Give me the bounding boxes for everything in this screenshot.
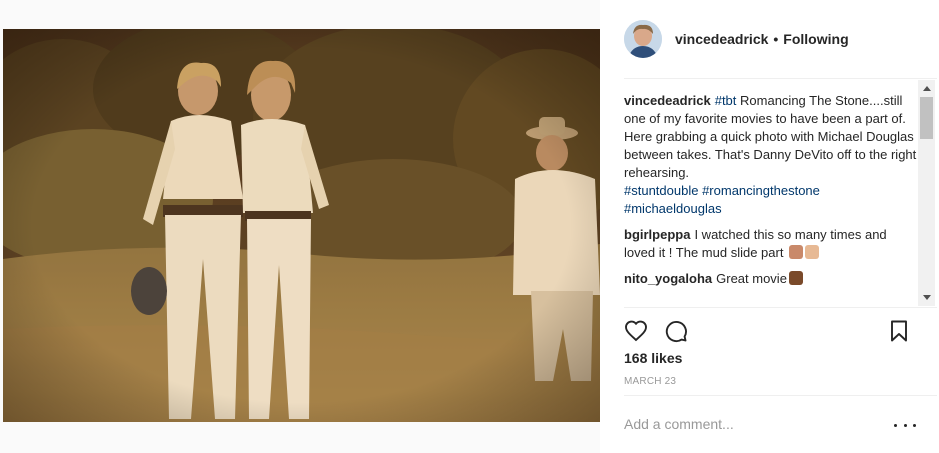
comment-button[interactable] xyxy=(662,317,690,345)
comment-username[interactable]: nito_yogaloha xyxy=(624,271,712,286)
comment-icon xyxy=(665,321,687,343)
post-caption: vincedeadrick #tbt Romancing The Stone...… xyxy=(624,80,918,218)
post-header: vincedeadrick • Following xyxy=(600,0,939,78)
post-actions xyxy=(622,317,916,345)
flexed-biceps-icon xyxy=(788,271,803,285)
post-date[interactable]: MARCH 23 xyxy=(624,376,676,387)
photo-area xyxy=(0,0,600,453)
save-button[interactable] xyxy=(885,317,913,345)
post-photo[interactable] xyxy=(3,29,600,422)
bookmark-icon xyxy=(891,320,907,342)
hashtag-link[interactable]: #stuntdouble xyxy=(624,183,698,198)
divider xyxy=(624,395,937,396)
comment-username[interactable]: bgirlpeppa xyxy=(624,227,690,242)
thumbs-up-icon xyxy=(805,245,820,259)
scrollbar-thumb[interactable] xyxy=(920,97,933,139)
divider xyxy=(624,78,937,79)
header-username[interactable]: vincedeadrick xyxy=(675,31,768,47)
heart-icon xyxy=(625,320,647,342)
add-comment-input[interactable] xyxy=(624,410,884,438)
comment-text: Great movie xyxy=(716,271,787,286)
scroll-down-arrow-icon[interactable] xyxy=(918,289,935,306)
like-button[interactable] xyxy=(622,317,650,345)
comments-scrollbar[interactable] xyxy=(918,80,935,306)
avatar[interactable] xyxy=(624,20,662,58)
hashtag-link[interactable]: #romancingthestone xyxy=(702,183,820,198)
comments-list[interactable]: vincedeadrick #tbt Romancing The Stone...… xyxy=(624,80,918,306)
scroll-up-arrow-icon[interactable] xyxy=(918,80,935,97)
hashtag-link[interactable]: #tbt xyxy=(715,93,737,108)
likes-count[interactable]: 168 likes xyxy=(624,350,682,366)
following-button[interactable]: Following xyxy=(783,31,848,47)
more-options-icon[interactable] xyxy=(894,418,916,432)
header-separator: • xyxy=(773,31,779,47)
post-photo-image xyxy=(3,29,600,422)
avatar-image xyxy=(624,20,662,58)
comment-item: nito_yogaloha Great movie xyxy=(624,270,918,288)
post-sidebar: vincedeadrick • Following vincedeadrick #… xyxy=(600,0,939,453)
flexed-biceps-icon xyxy=(789,245,804,259)
instagram-post: vincedeadrick • Following vincedeadrick #… xyxy=(0,0,939,453)
caption-username[interactable]: vincedeadrick xyxy=(624,93,711,108)
comment-item: bgirlpeppa I watched this so many times a… xyxy=(624,226,918,262)
hashtag-link[interactable]: #michaeldouglas xyxy=(624,201,722,216)
divider xyxy=(624,307,937,308)
